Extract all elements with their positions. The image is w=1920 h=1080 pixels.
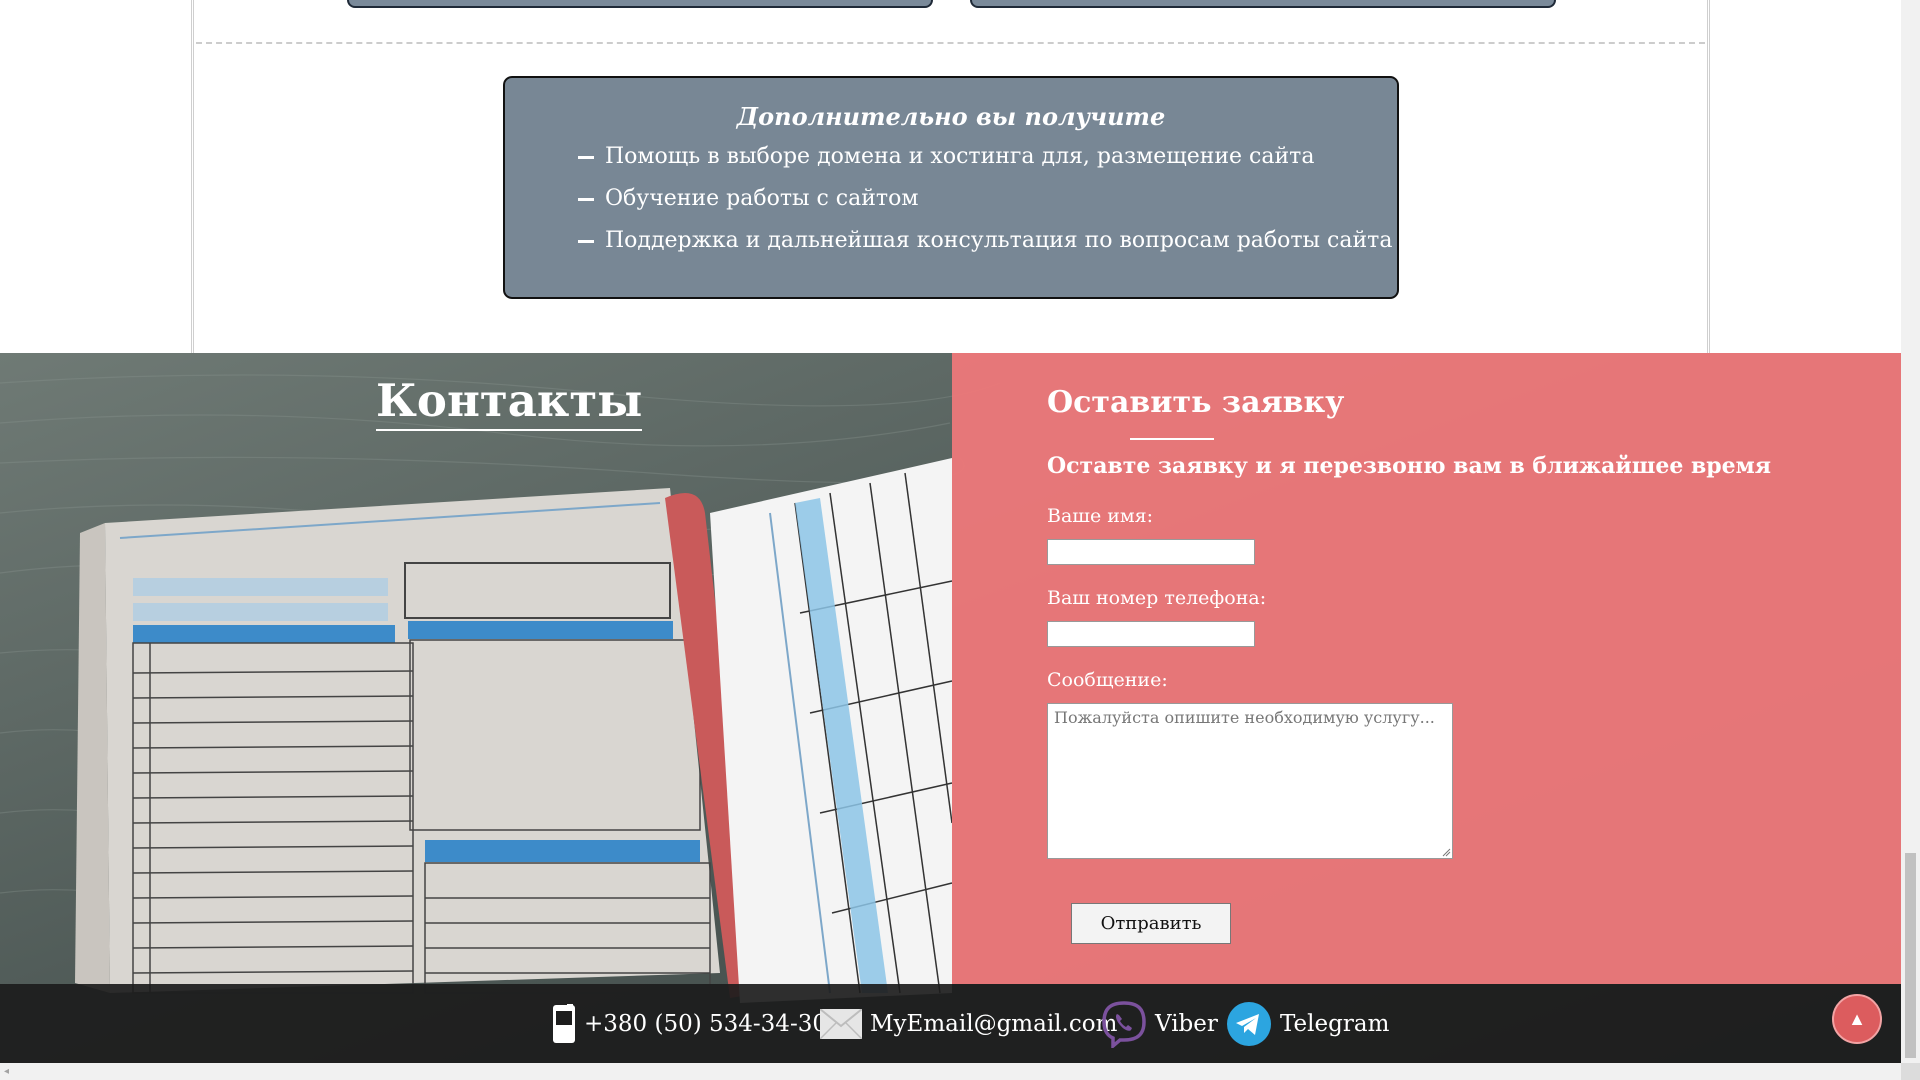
viber-link[interactable]: Viber [1101,984,1218,1063]
scrollbar-corner [1901,1063,1920,1080]
triangle-up-icon: ▲ [1848,1008,1866,1029]
form-subtitle: Оставте заявку и я перезвоню вам в ближа… [1047,453,1772,479]
resize-handle-icon[interactable] [1441,847,1451,857]
telegram-link[interactable]: Telegram [1226,984,1389,1063]
page-viewport: Дополнительно вы получите Помощь в выбор… [0,0,1901,1063]
name-input[interactable] [1047,539,1255,565]
phone-input[interactable] [1047,621,1255,647]
viber-label: Viber [1155,1010,1218,1037]
pricing-card-bottom-right [970,0,1556,8]
vertical-scrollbar[interactable] [1901,0,1920,1063]
submit-button[interactable]: Отправить [1071,903,1231,944]
extras-title: Дополнительно вы получите [736,102,1166,131]
form-title: Оставить заявку [1047,385,1345,420]
extras-item-text: Обучение работы с сайтом [605,186,919,211]
contacts-section: Контакты Оставить заявку Оставте заявку … [0,353,1901,1063]
pricing-card-bottom-left [347,0,933,8]
extras-item-text: Поддержка и дальнейшая консультация по в… [605,228,1393,253]
envelope-icon [820,1008,862,1039]
horizontal-scrollbar[interactable]: ◂ [0,1063,1901,1080]
message-label: Сообщение: [1047,669,1168,691]
vertical-scrollbar-thumb[interactable] [1905,853,1916,1058]
phone-number: +380 (50) 534-34-30 [584,1010,827,1037]
viber-icon [1101,1000,1147,1048]
name-label: Ваше имя: [1047,505,1154,527]
email-address: MyEmail@gmail.com [870,1010,1118,1037]
phone-label: Ваш номер телефона: [1047,587,1267,609]
email-link[interactable]: MyEmail@gmail.com [820,984,1117,1063]
dashed-divider [196,42,1705,44]
extras-box: Дополнительно вы получите Помощь в выбор… [503,76,1399,299]
extras-item-text: Помощь в выборе домена и хостинга для, р… [605,144,1315,169]
scroll-to-top-button[interactable]: ▲ [1832,994,1882,1044]
telegram-label: Telegram [1280,1010,1390,1037]
scroll-left-arrow-icon[interactable]: ◂ [4,1066,9,1077]
extras-item: Обучение работы с сайтом [576,184,1392,226]
dash-bullet-icon [578,156,594,159]
extras-item: Поддержка и дальнейшая консультация по в… [576,226,1392,268]
contact-footer-bar: +380 (50) 534-34-30 MyEmail@gmail.com Vi… [0,984,1901,1063]
mobile-phone-icon [552,1003,576,1044]
contacts-title: Контакты [376,375,643,431]
message-textarea[interactable] [1047,703,1453,859]
dash-bullet-icon [578,240,594,243]
extras-item: Помощь в выборе домена и хостинга для, р… [576,142,1392,184]
phone-link[interactable]: +380 (50) 534-34-30 [552,984,827,1063]
services-section: Дополнительно вы получите Помощь в выбор… [0,0,1901,353]
dash-bullet-icon [578,198,594,201]
telegram-icon [1226,1001,1272,1047]
extras-list: Помощь в выборе домена и хостинга для, р… [576,142,1392,268]
form-title-underline [1130,438,1214,440]
